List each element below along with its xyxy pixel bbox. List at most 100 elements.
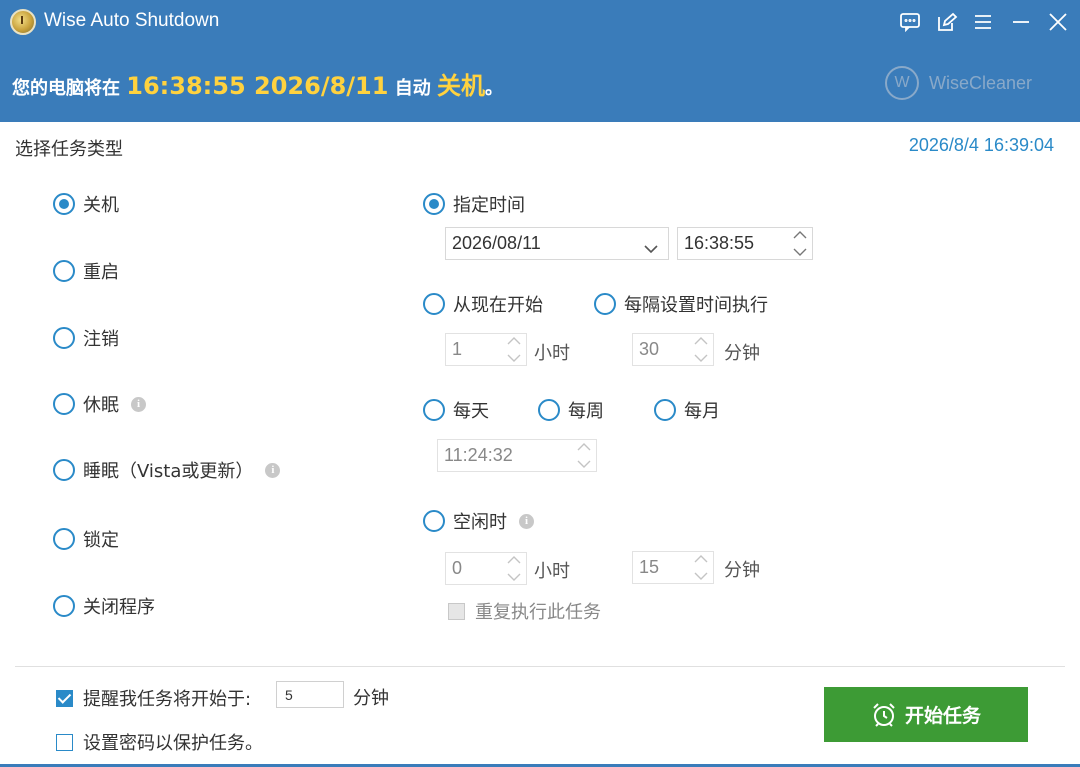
- checkbox-icon: [448, 602, 465, 620]
- checkbox-icon: [56, 733, 73, 751]
- task-type-shutdown[interactable]: 关机: [53, 191, 119, 217]
- hours-unit: 小时: [534, 343, 570, 364]
- start-task-label: 开始任务: [904, 705, 981, 727]
- date-picker[interactable]: 2026/08/11: [445, 227, 669, 260]
- password-label: 设置密码以保护任务。: [83, 733, 263, 754]
- task-type-label: 关机: [83, 195, 119, 216]
- chevron-up-icon: [694, 337, 708, 345]
- repeat-task-checkbox[interactable]: 重复执行此任务: [448, 598, 601, 624]
- app-logo-icon: [10, 9, 36, 35]
- edit-icon[interactable]: [932, 8, 962, 36]
- chevron-down-icon[interactable]: [644, 238, 658, 259]
- radio-icon: [538, 399, 560, 421]
- time-stepper[interactable]: 16:38:55: [677, 227, 813, 260]
- minutes-stepper[interactable]: 30: [632, 333, 714, 366]
- spin-buttons[interactable]: [792, 230, 808, 257]
- banner-time: 16:38:55 2026/8/11: [126, 72, 389, 100]
- wisecleaner-brand: WiseCleaner: [929, 72, 1033, 93]
- radio-icon: [53, 528, 75, 550]
- date-value: 2026/08/11: [452, 233, 541, 253]
- chevron-down-icon: [507, 354, 521, 362]
- idle-minutes-value: 15: [639, 557, 660, 577]
- task-type-label: 注销: [83, 329, 119, 350]
- password-checkbox[interactable]: 设置密码以保护任务。: [56, 729, 263, 755]
- chevron-up-icon: [577, 443, 591, 451]
- radio-icon: [423, 399, 445, 421]
- periodic-time-value: 11:24:32: [444, 445, 513, 465]
- task-type-logoff[interactable]: 注销: [53, 325, 119, 351]
- remind-checkbox[interactable]: 提醒我任务将开始于:: [56, 685, 251, 711]
- banner-middle: 自动: [388, 78, 437, 99]
- menu-icon[interactable]: [968, 8, 998, 36]
- minutes-unit: 分钟: [724, 343, 760, 364]
- radio-icon: [423, 293, 445, 315]
- schedule-interval[interactable]: 每隔设置时间执行: [594, 291, 768, 317]
- radio-icon: [53, 327, 75, 349]
- radio-icon: [654, 399, 676, 421]
- radio-icon: [423, 510, 445, 532]
- wisecleaner-logo[interactable]: W WiseCleaner: [885, 66, 1032, 100]
- task-type-restart[interactable]: 重启: [53, 258, 119, 284]
- minimize-icon[interactable]: [1006, 8, 1036, 36]
- remind-unit: 分钟: [353, 688, 389, 709]
- task-type-close-program[interactable]: 关闭程序: [53, 593, 155, 619]
- task-type-heading: 选择任务类型: [15, 139, 123, 160]
- chevron-up-icon: [507, 556, 521, 564]
- schedule-label: 每隔设置时间执行: [624, 295, 768, 316]
- start-task-button[interactable]: 开始任务: [824, 687, 1028, 742]
- current-time: 2026/8/4 16:39:04: [908, 135, 1054, 155]
- radio-icon: [53, 260, 75, 282]
- schedule-label: 从现在开始: [453, 295, 543, 316]
- radio-icon: [53, 595, 75, 617]
- idle-hours-stepper[interactable]: 0: [445, 552, 527, 585]
- schedule-label: 空闲时: [453, 512, 507, 533]
- checkbox-checked-icon: [56, 689, 73, 707]
- app-title: Wise Auto Shutdown: [44, 10, 220, 31]
- chevron-down-icon: [507, 573, 521, 581]
- radio-icon: [53, 193, 75, 215]
- info-icon[interactable]: i: [131, 396, 146, 412]
- radio-icon: [423, 193, 445, 215]
- task-type-hibernate[interactable]: 休眠 i: [53, 391, 146, 417]
- chevron-down-icon: [793, 248, 807, 256]
- info-icon[interactable]: i: [519, 513, 534, 529]
- repeat-task-label: 重复执行此任务: [475, 602, 601, 623]
- periodic-time-stepper[interactable]: 11:24:32: [437, 439, 597, 472]
- schedule-monthly[interactable]: 每月: [654, 397, 720, 423]
- task-type-label: 重启: [83, 262, 119, 283]
- radio-icon: [53, 459, 75, 481]
- spin-buttons[interactable]: [506, 555, 522, 582]
- alarm-clock-icon: [873, 702, 895, 727]
- task-type-sleep[interactable]: 睡眠（Vista或更新） i: [53, 457, 281, 483]
- minutes-value: 30: [639, 339, 660, 359]
- hours-stepper[interactable]: 1: [445, 333, 527, 366]
- schedule-label: 每月: [684, 401, 720, 422]
- schedule-from-now[interactable]: 从现在开始: [423, 291, 543, 317]
- schedule-weekly[interactable]: 每周: [538, 397, 604, 423]
- spin-buttons[interactable]: [693, 554, 709, 581]
- close-icon[interactable]: [1043, 8, 1073, 36]
- task-type-label: 睡眠（Vista或更新）: [83, 461, 254, 482]
- task-type-label: 休眠: [83, 395, 119, 416]
- info-icon[interactable]: i: [265, 462, 281, 478]
- schedule-specified-time[interactable]: 指定时间: [423, 191, 525, 217]
- spin-buttons[interactable]: [576, 442, 592, 469]
- chevron-up-icon: [694, 555, 708, 563]
- banner-prefix: 您的电脑将在: [12, 78, 127, 99]
- task-type-label: 锁定: [83, 530, 119, 551]
- remind-minutes-input[interactable]: 5: [276, 681, 344, 708]
- spin-buttons[interactable]: [693, 336, 709, 363]
- task-type-lock[interactable]: 锁定: [53, 526, 119, 552]
- schedule-idle[interactable]: 空闲时 i: [423, 508, 534, 534]
- chevron-up-icon: [793, 231, 807, 239]
- idle-minutes-stepper[interactable]: 15: [632, 551, 714, 584]
- chevron-down-icon: [577, 460, 591, 468]
- schedule-daily[interactable]: 每天: [423, 397, 489, 423]
- feedback-icon[interactable]: [895, 8, 925, 36]
- radio-icon: [53, 393, 75, 415]
- banner-action: 关机: [437, 72, 485, 100]
- radio-icon: [594, 293, 616, 315]
- schedule-label: 指定时间: [453, 195, 525, 216]
- spin-buttons[interactable]: [506, 336, 522, 363]
- banner-suffix: 。: [485, 78, 503, 99]
